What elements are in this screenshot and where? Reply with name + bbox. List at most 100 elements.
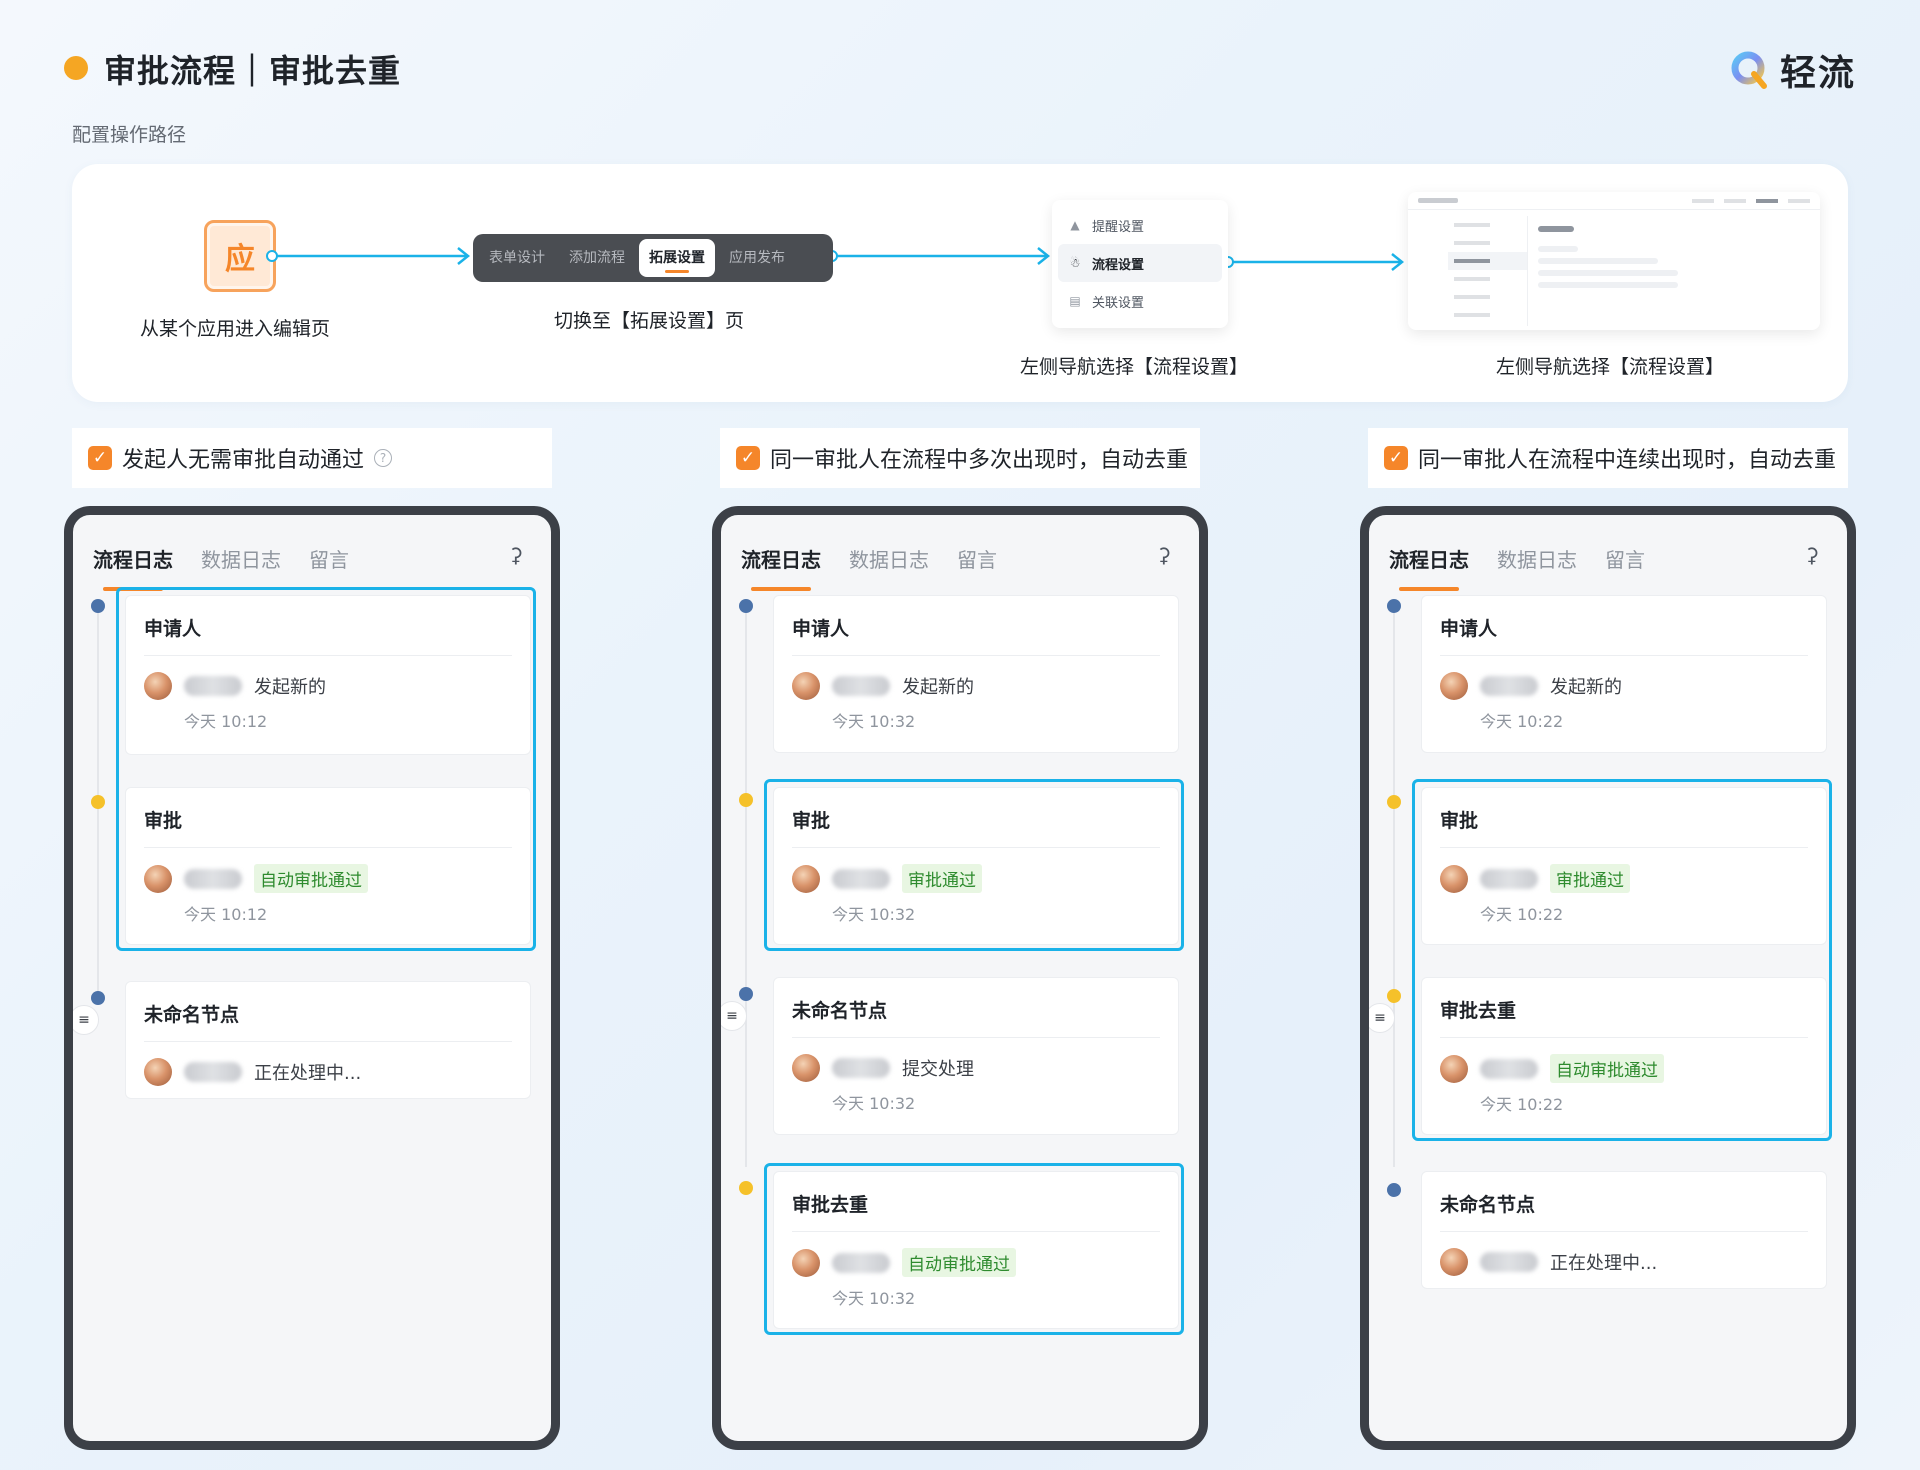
log-node: 未命名节点 提交处理 今天 10:32 [773, 977, 1179, 1135]
avatar [1440, 1054, 1468, 1083]
status-badge: 审批通过 [1550, 864, 1630, 893]
log-node: 审批去重 自动审批通过 今天 10:32 [773, 1171, 1179, 1329]
avatar [1440, 672, 1468, 700]
status-badge: 自动审批通过 [1550, 1054, 1664, 1083]
avatar [144, 672, 172, 700]
flow-chart-icon[interactable]: ⚳ [508, 543, 523, 567]
log-node: 申请人 发起新的 今天 10:22 [1421, 595, 1827, 753]
tab-flow-log[interactable]: 流程日志 [93, 544, 173, 591]
help-icon[interactable]: ? [374, 449, 393, 467]
avatar [792, 1248, 820, 1277]
blurred-user-name [184, 676, 242, 696]
avatar [144, 864, 172, 893]
avatar [1440, 1248, 1468, 1276]
blurred-user-name [184, 1062, 242, 1082]
log-tabs: 流程日志 数据日志 留言 ⚳ [721, 515, 1199, 591]
avatar [792, 864, 820, 893]
tab-data-log[interactable]: 数据日志 [201, 544, 281, 583]
path-label: 配置操作路径 [72, 124, 187, 146]
tab-add-flow[interactable]: 添加流程 [559, 239, 635, 277]
brand-name: 轻流 [1779, 53, 1856, 94]
tab-data-log[interactable]: 数据日志 [849, 544, 929, 583]
thumbnail-sidebar [1448, 216, 1528, 326]
timeline-dot [1387, 795, 1401, 809]
log-node: 未命名节点 正在处理中... [125, 981, 531, 1099]
option-dedupe-consecutive[interactable]: ✓ 同一审批人在流程中连续出现时，自动去重 [1368, 428, 1848, 488]
log-tabs: 流程日志 数据日志 留言 ⚳ [73, 515, 551, 591]
log-node: 审批 审批通过 今天 10:22 [1421, 787, 1827, 945]
config-path-card: 应 从某个应用进入编辑页 表单设计 添加流程 拓展设置 应用发布 切换至【拓展设… [72, 164, 1848, 402]
timeline-dot [739, 599, 753, 613]
option-dedupe-multiple[interactable]: ✓ 同一审批人在流程中多次出现时，自动去重 [720, 428, 1200, 488]
status-badge: 自动审批通过 [902, 1248, 1016, 1277]
collapse-panel-icon[interactable]: ≡ [721, 1001, 747, 1031]
tab-flow-log[interactable]: 流程日志 [1389, 544, 1469, 591]
blurred-user-name [832, 676, 890, 696]
tab-data-log[interactable]: 数据日志 [1497, 544, 1577, 583]
avatar [144, 1058, 172, 1086]
timeline-dot [91, 795, 105, 809]
thumbnail-main [1538, 220, 1808, 294]
status-badge: 自动审批通过 [254, 864, 368, 893]
timeline-dot [91, 991, 105, 1005]
editor-tabbar: 表单设计 添加流程 拓展设置 应用发布 [473, 234, 833, 282]
step2-caption: 切换至【拓展设置】页 [554, 310, 745, 332]
timeline-dot [739, 1181, 753, 1195]
blurred-user-name [1480, 1058, 1538, 1079]
blurred-user-name [1480, 868, 1538, 889]
collapse-panel-icon[interactable]: ≡ [1369, 1003, 1395, 1033]
blurred-user-name [832, 1252, 890, 1273]
nav-item-reminder[interactable]: ▲ 提醒设置 [1058, 206, 1222, 244]
option-initiator-auto-pass[interactable]: ✓ 发起人无需审批自动通过 ? [72, 428, 552, 488]
timeline-line [745, 605, 747, 1167]
log-node: 审批 审批通过 今天 10:32 [773, 787, 1179, 945]
log-node: 审批去重 自动审批通过 今天 10:22 [1421, 977, 1827, 1135]
flow-chart-icon[interactable]: ⚳ [1804, 543, 1819, 567]
flow-settings-thumbnail [1408, 192, 1820, 330]
tab-comments[interactable]: 留言 [1605, 544, 1645, 583]
phone-preview-2: 流程日志 数据日志 留言 ⚳ ≡ 申请人 发起新的 今天 10:32 审批 审批… [712, 506, 1208, 1450]
log-node: 审批 自动审批通过 今天 10:12 [125, 787, 531, 945]
title-dot [64, 56, 88, 80]
checkbox-checked-icon[interactable]: ✓ [736, 446, 760, 470]
timeline-dot [1387, 1183, 1401, 1197]
status-badge: 审批通过 [902, 864, 982, 893]
side-nav-preview: ▲ 提醒设置 ☃ 流程设置 ▤ 关联设置 [1052, 200, 1228, 328]
timeline-dot [739, 987, 753, 1001]
timeline-dot [1387, 989, 1401, 1003]
collapse-panel-icon[interactable]: ≡ [73, 1005, 99, 1035]
page-title: 审批流程｜审批去重 [104, 52, 402, 90]
phone-preview-3: 流程日志 数据日志 留言 ⚳ ≡ 申请人 发起新的 今天 10:22 审批 审批… [1360, 506, 1856, 1450]
avatar [792, 672, 820, 700]
blurred-user-name [1480, 1252, 1538, 1272]
tab-comments[interactable]: 留言 [309, 544, 349, 583]
tab-comments[interactable]: 留言 [957, 544, 997, 583]
brand: 轻流 [1730, 44, 1856, 96]
blurred-user-name [832, 1058, 890, 1078]
qingliu-logo-icon [1731, 51, 1767, 89]
nav-item-link[interactable]: ▤ 关联设置 [1058, 282, 1222, 320]
blurred-user-name [184, 868, 242, 889]
blurred-user-name [832, 868, 890, 889]
log-node: 申请人 发起新的 今天 10:32 [773, 595, 1179, 753]
tab-app-publish[interactable]: 应用发布 [719, 239, 795, 277]
step3-caption: 左侧导航选择【流程设置】 [1020, 356, 1249, 378]
avatar [792, 1054, 820, 1082]
tab-flow-log[interactable]: 流程日志 [741, 544, 821, 591]
flow-chart-icon[interactable]: ⚳ [1156, 543, 1171, 567]
blurred-user-name [1480, 676, 1538, 696]
bell-icon: ▲ [1070, 218, 1080, 232]
checkbox-checked-icon[interactable]: ✓ [1384, 446, 1408, 470]
thumbnail-topbar [1408, 192, 1820, 210]
phone-preview-1: 流程日志 数据日志 留言 ⚳ ≡ 申请人 发起新的 今天 10:12 审批 自动… [64, 506, 560, 1450]
link-icon: ▤ [1069, 294, 1081, 308]
tab-extend-settings[interactable]: 拓展设置 [639, 239, 715, 277]
tab-form-design[interactable]: 表单设计 [479, 239, 555, 277]
nav-item-flow[interactable]: ☃ 流程设置 [1058, 244, 1222, 282]
checkbox-checked-icon[interactable]: ✓ [88, 446, 112, 470]
timeline-dot [91, 599, 105, 613]
log-tabs: 流程日志 数据日志 留言 ⚳ [1369, 515, 1847, 591]
log-node: 申请人 发起新的 今天 10:12 [125, 595, 531, 755]
avatar [1440, 864, 1468, 893]
timeline-dot [739, 793, 753, 807]
